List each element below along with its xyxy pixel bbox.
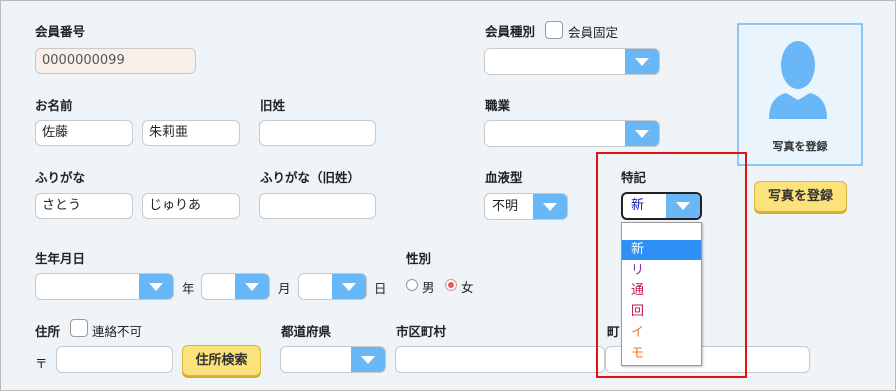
notes-option-6[interactable]: モ: [622, 344, 701, 364]
furigana-maiden-label: ふりがな（旧姓）: [260, 170, 361, 185]
birthdate-label: 生年月日: [35, 251, 86, 266]
member-no-label: 会員番号: [35, 24, 86, 39]
chevron-down-icon: [351, 347, 385, 372]
birth-month-select[interactable]: [201, 273, 270, 300]
gender-label: 性別: [406, 251, 432, 266]
gender-male-label: 男: [422, 280, 435, 295]
no-contact-checkbox[interactable]: [70, 319, 88, 337]
month-unit: 月: [278, 281, 291, 296]
chevron-down-icon: [625, 49, 659, 74]
birth-day-select[interactable]: [298, 273, 367, 300]
notes-option-2[interactable]: リ: [622, 261, 701, 281]
day-unit: 日: [374, 281, 387, 296]
chevron-down-icon: [235, 274, 269, 299]
member-form: 会員番号 0000000099 会員種別 会員固定 写真を登録 写真を登録 お名…: [0, 0, 896, 391]
member-type-select[interactable]: [484, 48, 660, 75]
city-input[interactable]: [395, 346, 605, 373]
address-label: 住所: [35, 324, 61, 339]
chevron-down-icon: [625, 121, 659, 146]
furigana-first-input[interactable]: じゅりあ: [142, 193, 240, 219]
maiden-name-input[interactable]: [259, 120, 376, 146]
gender-male-radio[interactable]: [406, 279, 418, 291]
last-name-input[interactable]: 佐藤: [35, 120, 133, 146]
maiden-name-label: 旧姓: [260, 98, 286, 113]
member-fixed-checkbox[interactable]: [545, 21, 563, 39]
postal-code-input[interactable]: [56, 346, 173, 373]
gender-female-label: 女: [461, 280, 474, 295]
no-contact-label: 連絡不可: [92, 324, 143, 339]
prefecture-select[interactable]: [280, 346, 386, 373]
notes-option-5[interactable]: イ: [622, 323, 701, 343]
member-fixed-label: 会員固定: [568, 25, 619, 40]
notes-option-1[interactable]: 新: [622, 240, 701, 260]
city-label: 市区町村: [396, 324, 447, 339]
photo-caption: 写真を登録: [772, 140, 828, 153]
blood-type-label: 血液型: [485, 170, 523, 185]
blood-type-value: 不明: [492, 199, 519, 214]
furigana-maiden-input[interactable]: [259, 193, 376, 219]
chevron-down-icon: [533, 194, 567, 219]
photo-area[interactable]: 写真を登録: [737, 23, 863, 166]
register-photo-button[interactable]: 写真を登録: [754, 181, 847, 212]
address-search-button[interactable]: 住所検索: [182, 345, 261, 376]
furigana-label: ふりがな: [35, 170, 86, 185]
member-no-field: 0000000099: [35, 48, 196, 74]
blood-type-select[interactable]: 不明: [484, 193, 568, 220]
occupation-label: 職業: [485, 98, 511, 113]
postal-mark: 〒: [35, 356, 48, 371]
notes-option-4[interactable]: 回: [622, 302, 701, 322]
notes-option-3[interactable]: 通: [622, 281, 701, 301]
gender-female-radio[interactable]: [445, 279, 457, 291]
chevron-down-icon: [139, 274, 173, 299]
year-unit: 年: [182, 281, 195, 296]
notes-dropdown-list[interactable]: 新 リ 通 回 イ モ: [621, 222, 702, 366]
birth-year-select[interactable]: [35, 273, 174, 300]
prefecture-label: 都道府県: [281, 324, 332, 339]
furigana-last-input[interactable]: さとう: [35, 193, 133, 219]
name-label: お名前: [35, 98, 73, 113]
member-type-label: 会員種別: [485, 24, 536, 39]
chevron-down-icon: [332, 274, 366, 299]
first-name-input[interactable]: 朱莉亜: [142, 120, 240, 146]
occupation-select[interactable]: [484, 120, 660, 147]
